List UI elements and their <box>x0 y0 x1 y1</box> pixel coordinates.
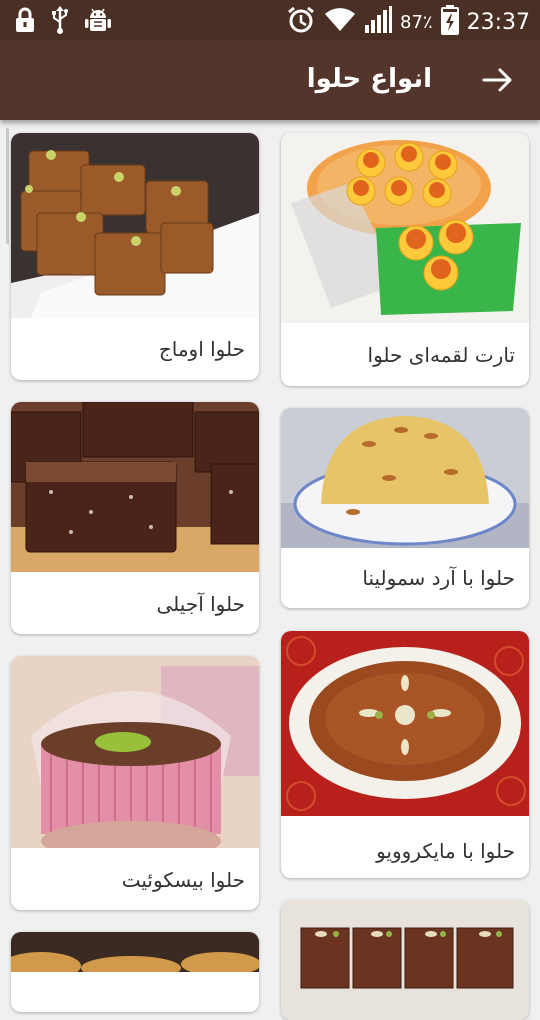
status-bar: 87٪ 23:37 <box>0 0 540 40</box>
halva-tarts-photo <box>281 133 529 323</box>
microwave-halva-plate-photo <box>281 631 529 816</box>
wifi-icon <box>324 7 356 37</box>
recipe-card[interactable]: تارت لقمه‌ای حلوا <box>281 133 529 386</box>
recipe-card[interactable] <box>281 900 529 1020</box>
signal-icon <box>364 6 393 38</box>
app-bar: انواع حلوا <box>0 40 540 120</box>
recipe-card[interactable] <box>11 932 259 1012</box>
recipe-card[interactable]: حلوا اوماج <box>11 133 259 380</box>
biscuit-halva-cup-photo <box>11 656 259 848</box>
recipe-title: حلوا با آرد سمولینا <box>362 566 515 590</box>
recipe-title: حلوا بیسکوئیت <box>121 868 245 892</box>
scrollbar-thumb[interactable] <box>6 128 9 244</box>
usb-icon <box>50 6 70 38</box>
halva-partial-photo <box>11 932 259 972</box>
clock: 23:37 <box>466 9 530 35</box>
nut-halva-bars-photo <box>11 402 259 572</box>
semolina-halva-dome-photo <box>281 408 529 548</box>
omaj-halva-squares-photo <box>11 133 259 318</box>
recipe-title: تارت لقمه‌ای حلوا <box>367 343 515 367</box>
recipe-card[interactable]: حلوا با آرد سمولینا <box>281 408 529 608</box>
recipe-title: حلوا با مایکروویو <box>376 839 515 863</box>
lock-icon <box>14 7 36 37</box>
recipe-card[interactable]: حلوا بیسکوئیت <box>11 656 259 910</box>
recipe-title: حلوا اوماج <box>158 337 245 361</box>
arrow-right-icon <box>482 68 512 92</box>
back-button[interactable] <box>480 62 516 98</box>
recipe-title: حلوا آجیلی <box>156 592 245 616</box>
recipe-card[interactable]: حلوا با مایکروویو <box>281 631 529 878</box>
battery-charging-icon <box>440 5 459 39</box>
android-debug-icon <box>84 7 112 37</box>
recipe-card[interactable]: حلوا آجیلی <box>11 402 259 634</box>
page-title: انواع حلوا <box>306 64 432 94</box>
recipe-grid: تارت لقمه‌ای حلوا حلوا اوماج <box>0 120 540 1020</box>
battery-percent: 87٪ <box>400 11 433 33</box>
alarm-icon <box>286 5 316 39</box>
halva-partial-photo <box>281 900 529 1020</box>
